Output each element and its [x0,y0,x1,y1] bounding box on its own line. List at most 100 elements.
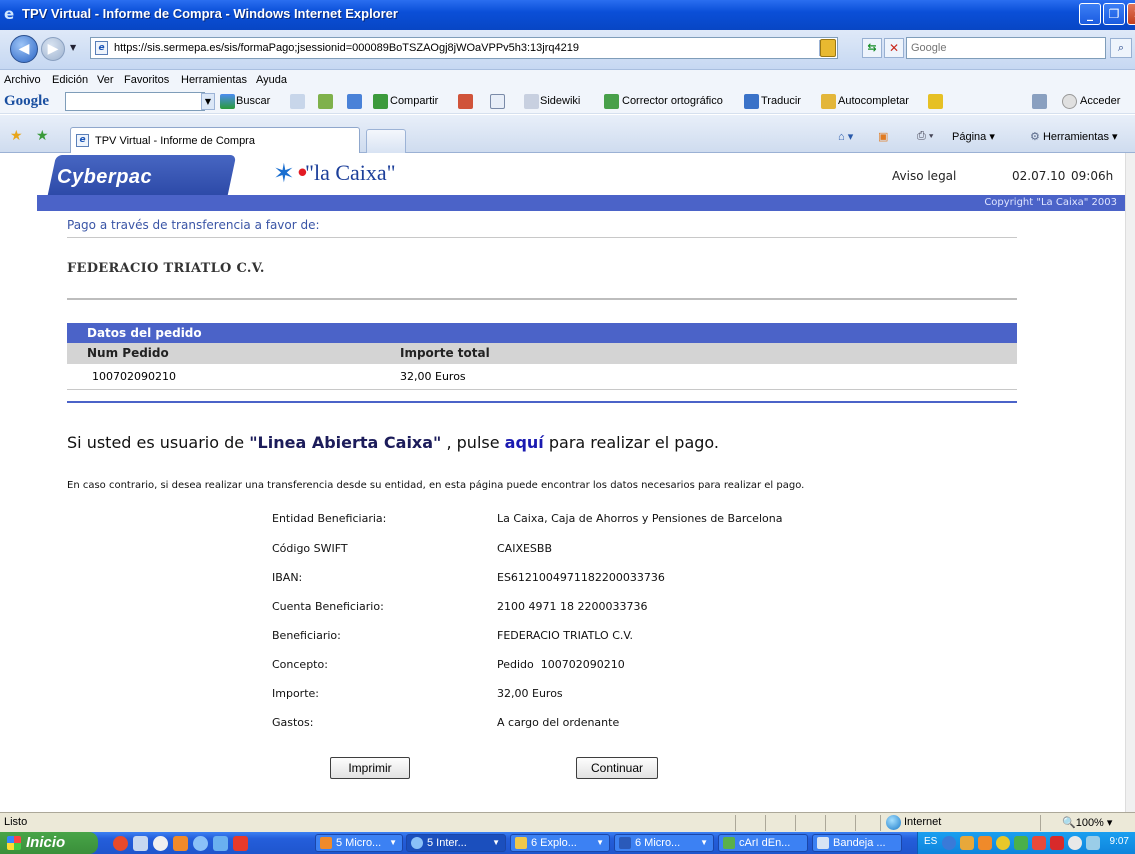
tray-network-icon[interactable] [942,836,956,850]
herramientas-menu[interactable]: ⚙ Herramientas ▾ [1030,130,1118,143]
divider [67,298,1017,300]
news-icon[interactable] [290,94,305,109]
taskbar-item-label: 5 Micro... [336,837,382,849]
plus-icon[interactable] [347,94,362,109]
compartir-button[interactable]: Compartir [390,95,438,107]
bookmarks-icon[interactable] [318,94,333,109]
add-favorite-icon[interactable]: ★ [36,128,49,144]
detail-label: IBAN: [272,571,303,584]
detail-value: 2100 4971 18 2200033736 [497,600,648,613]
messenger-icon [723,837,735,849]
quicklaunch-acrobat-icon[interactable] [233,836,248,851]
menu-archivo[interactable]: Archivo [4,74,41,86]
sidewiki-button[interactable]: Sidewiki [540,95,580,107]
taskbar-clock: 9:07 [1109,836,1129,847]
highlight-icon[interactable] [458,94,473,109]
quicklaunch-opera-icon[interactable] [113,836,128,851]
detail-value: FEDERACIO TRIATLO C.V. [497,629,633,642]
detail-value: ES6121004971182200033736 [497,571,665,584]
language-indicator[interactable]: ES [924,836,937,847]
pencil-icon[interactable] [928,94,943,109]
start-button[interactable]: Inicio [0,832,98,854]
favorites-star-icon[interactable]: ★ [10,128,23,144]
sidewiki-icon [524,94,539,109]
window-title-bar: e TPV Virtual - Informe de Compra - Wind… [0,0,1135,30]
google-search-input[interactable] [65,92,205,111]
acceder-button[interactable]: Acceder [1080,95,1120,107]
autocompletar-button[interactable]: Autocompletar [838,95,909,107]
wrench-icon[interactable] [1032,94,1047,109]
menu-edicion[interactable]: Edición [52,74,88,86]
refresh-button[interactable]: ⇆ [862,38,882,58]
vertical-scrollbar[interactable] [1125,153,1135,812]
print-icon[interactable]: ⎙ ▾ [917,130,933,143]
cyberpac-header: ✶• "la Caixa" [37,153,1125,195]
taskbar-item-micro-2[interactable]: 6 Micro... ▼ [614,834,714,852]
task-dropdown-icon: ▼ [389,838,397,847]
recent-pages-dropdown-icon[interactable]: ▼ [70,43,76,52]
menu-ayuda[interactable]: Ayuda [256,74,287,86]
detail-label: Beneficiario: [272,629,341,642]
tray-k-icon[interactable] [1050,836,1064,850]
taskbar-item-label: 6 Micro... [635,837,681,849]
taskbar-item-cari[interactable]: cArI dEn... [718,834,808,852]
home-icon[interactable]: ⌂ ▾ [838,130,853,143]
back-button[interactable]: ◀ [10,35,38,63]
tray-outlook-icon[interactable] [978,836,992,850]
search-input[interactable] [911,39,1091,57]
quicklaunch-outlook-icon[interactable] [173,836,188,851]
cyberpac-logo: Cyberpac [57,166,153,188]
outlook-icon [320,837,332,849]
corrector-button[interactable]: Corrector ortográfico [622,95,723,107]
forward-button[interactable]: ▶ [41,37,65,61]
new-tab-button[interactable] [366,129,406,153]
status-separator [765,815,766,831]
detail-value: La Caixa, Caja de Ahorros y Pensiones de… [497,512,783,525]
table-row: 100702090210 32,00 Euros [67,366,1017,388]
buscar-icon [220,94,235,109]
maximize-button[interactable]: ❐ [1103,3,1125,25]
tray-clock-icon[interactable] [1068,836,1082,850]
search-box[interactable] [906,37,1106,59]
address-bar[interactable]: e https://sis.sermepa.es/sis/formaPago;j… [90,37,838,59]
traducir-button[interactable]: Traducir [761,95,801,107]
address-url[interactable]: https://sis.sermepa.es/sis/formaPago;jse… [114,42,579,54]
aviso-legal-link[interactable]: Aviso legal [892,169,956,183]
taskbar-item-inter[interactable]: 5 Inter... ▼ [406,834,506,852]
quicklaunch-messenger-icon[interactable] [133,836,148,851]
menu-herramientas[interactable]: Herramientas [181,74,247,86]
feeds-icon[interactable]: ▣ [878,130,888,143]
tab-tpv-virtual[interactable]: e TPV Virtual - Informe de Compra [70,127,360,153]
search-icon[interactable]: ⌕ [1110,38,1132,58]
taskbar-item-bandeja[interactable]: Bandeja ... [812,834,902,852]
imprimir-button[interactable]: Imprimir [330,757,410,779]
zoom-level[interactable]: 🔍100% ▾ [1062,816,1112,829]
continuar-button[interactable]: Continuar [576,757,658,779]
stop-button[interactable]: ✕ [884,38,904,58]
menu-ver[interactable]: Ver [97,74,114,86]
tray-volume-icon[interactable] [1086,836,1100,850]
folder-icon [515,837,527,849]
google-search-dropdown-icon[interactable]: ▼ [201,93,215,110]
pagina-menu[interactable]: Página ▾ [952,130,995,143]
spellcheck-icon [604,94,619,109]
aqui-link[interactable]: aquí [505,433,544,452]
tray-users-icon[interactable] [1014,836,1028,850]
buscar-button[interactable]: Buscar [236,95,270,107]
order-number: 100702090210 [92,370,176,383]
quicklaunch-media-icon[interactable] [153,836,168,851]
close-window-button[interactable]: ✕ [1127,3,1135,25]
tray-shield-icon[interactable] [996,836,1010,850]
quicklaunch-ie2-icon[interactable] [213,836,228,851]
window-icon[interactable] [490,94,505,109]
tray-app-icon[interactable] [960,836,974,850]
quicklaunch-ie-icon[interactable] [193,836,208,851]
address-toolbar: ◀ ▶ ▼ e https://sis.sermepa.es/sis/forma… [0,30,1135,70]
minimize-button[interactable]: _ [1079,3,1101,25]
menu-favoritos[interactable]: Favoritos [124,74,169,86]
tab-label: TPV Virtual - Informe de Compra [95,135,255,147]
taskbar-item-explo[interactable]: 6 Explo... ▼ [510,834,610,852]
tray-antivirus-icon[interactable] [1032,836,1046,850]
taskbar-item-micro-1[interactable]: 5 Micro... ▼ [315,834,403,852]
security-lock-icon[interactable] [820,39,836,57]
